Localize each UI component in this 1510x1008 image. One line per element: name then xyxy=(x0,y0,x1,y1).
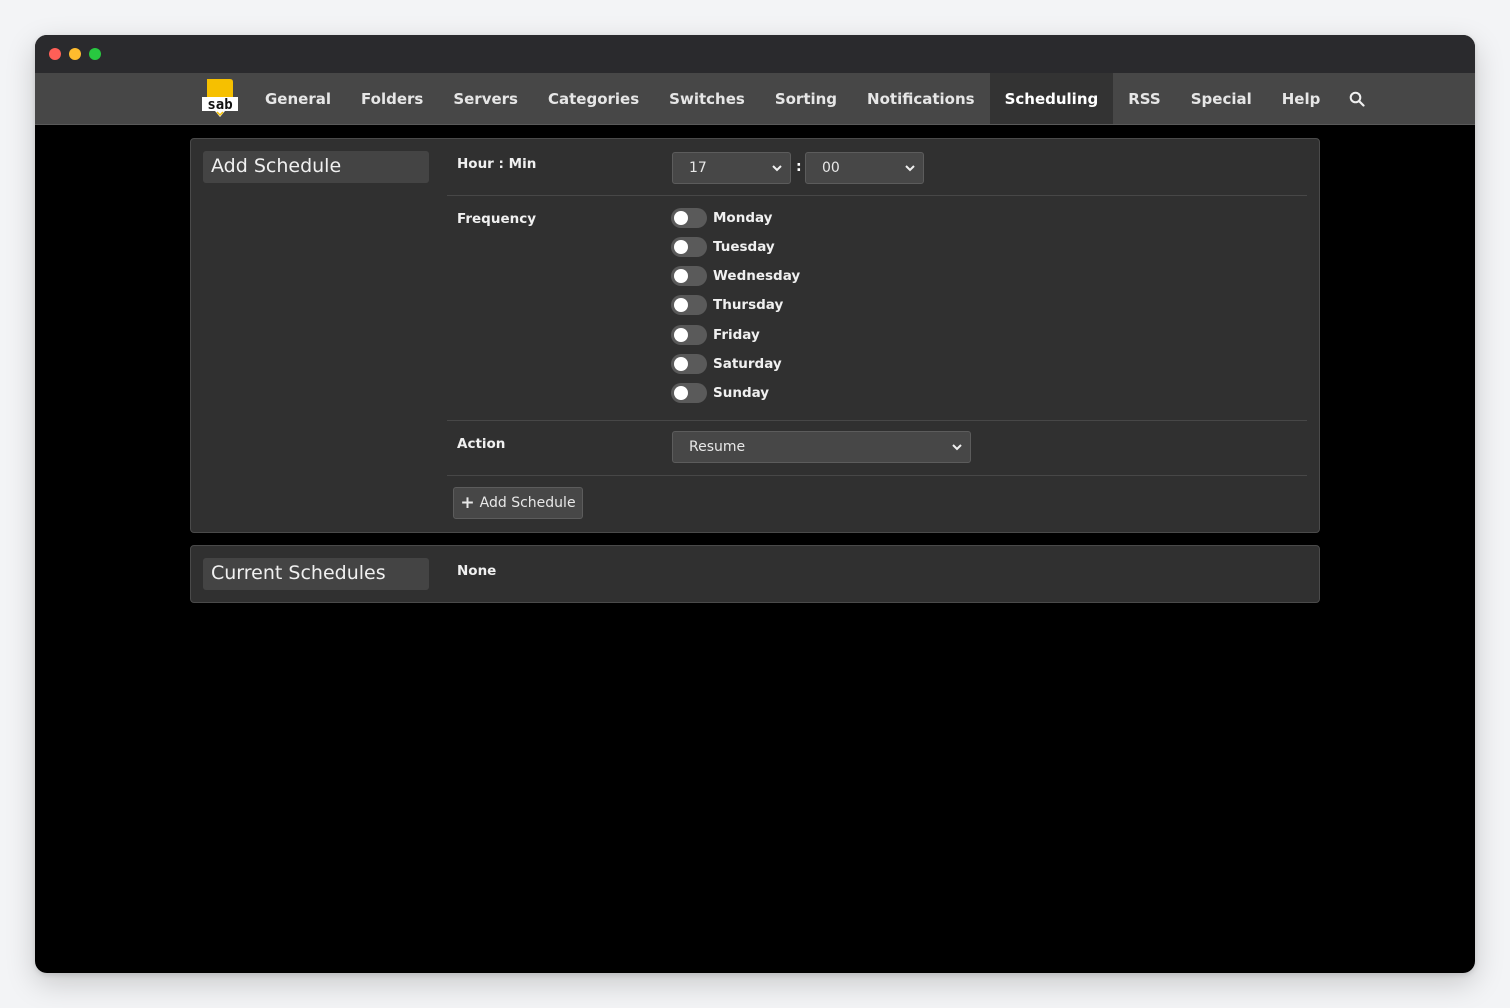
nav-item-switches[interactable]: Switches xyxy=(654,73,760,124)
day-label: Sunday xyxy=(713,385,770,401)
browser-window: sab General Folders Servers Categories Switc… xyxy=(35,35,1475,973)
sabnzbd-logo[interactable]: sab xyxy=(200,77,240,119)
nav-item-sorting[interactable]: Sorting xyxy=(760,73,852,124)
day-option-thursday: Thursday xyxy=(671,294,783,316)
nav-item-scheduling[interactable]: Scheduling xyxy=(989,73,1114,124)
nav-item-servers[interactable]: Servers xyxy=(438,73,533,124)
action-value: Resume xyxy=(689,439,746,455)
plus-icon: + xyxy=(460,492,475,513)
day-option-wednesday: Wednesday xyxy=(671,265,800,287)
day-toggle-monday[interactable] xyxy=(671,208,707,228)
minimize-window-button[interactable] xyxy=(69,48,81,60)
search-button[interactable] xyxy=(1335,73,1379,124)
nav-item-notifications[interactable]: Notifications xyxy=(852,73,990,124)
divider xyxy=(447,475,1307,476)
chevron-down-icon xyxy=(952,444,962,451)
day-toggle-saturday[interactable] xyxy=(671,354,707,374)
chevron-down-icon xyxy=(772,165,782,172)
nav-item-folders[interactable]: Folders xyxy=(346,73,438,124)
day-option-tuesday: Tuesday xyxy=(671,236,775,258)
svg-text:sab: sab xyxy=(207,97,232,113)
frequency-label: Frequency xyxy=(457,211,537,227)
title-bar xyxy=(35,35,1475,73)
day-toggle-thursday[interactable] xyxy=(671,295,707,315)
day-toggle-wednesday[interactable] xyxy=(671,266,707,286)
add-schedule-panel: Add Schedule Hour : Min 17 : 00 Frequenc… xyxy=(190,138,1320,533)
day-toggle-sunday[interactable] xyxy=(671,383,707,403)
add-schedule-button[interactable]: + Add Schedule xyxy=(453,487,583,519)
chevron-down-icon xyxy=(905,165,915,172)
action-label: Action xyxy=(457,436,506,452)
toggle-knob xyxy=(674,269,688,283)
divider xyxy=(447,420,1307,421)
close-window-button[interactable] xyxy=(49,48,61,60)
nav-item-rss[interactable]: RSS xyxy=(1113,73,1175,124)
current-schedules-panel: Current Schedules None xyxy=(190,545,1320,603)
toggle-knob xyxy=(674,357,688,371)
nav-item-general[interactable]: General xyxy=(250,73,346,124)
day-toggle-friday[interactable] xyxy=(671,325,707,345)
toggle-knob xyxy=(674,298,688,312)
day-label: Saturday xyxy=(713,356,782,372)
current-schedules-value: None xyxy=(457,563,497,579)
hour-value: 17 xyxy=(689,160,707,176)
day-label: Thursday xyxy=(713,297,784,313)
toggle-knob xyxy=(674,211,688,225)
add-schedule-heading: Add Schedule xyxy=(203,151,429,183)
day-label: Tuesday xyxy=(713,239,775,255)
action-select[interactable]: Resume xyxy=(672,431,971,463)
hour-select[interactable]: 17 xyxy=(672,152,791,184)
minute-value: 00 xyxy=(822,160,840,176)
day-option-sunday: Sunday xyxy=(671,382,769,404)
nav-item-special[interactable]: Special xyxy=(1176,73,1267,124)
divider xyxy=(447,195,1307,196)
search-icon xyxy=(1350,91,1365,107)
toggle-knob xyxy=(674,386,688,400)
day-toggle-tuesday[interactable] xyxy=(671,237,707,257)
nav-item-help[interactable]: Help xyxy=(1267,73,1336,124)
day-label: Monday xyxy=(713,210,773,226)
hour-min-label: Hour : Min xyxy=(457,156,537,172)
day-option-friday: Friday xyxy=(671,324,760,346)
time-separator: : xyxy=(796,159,802,175)
maximize-window-button[interactable] xyxy=(89,48,101,60)
nav-menu: General Folders Servers Categories Switches S… xyxy=(250,73,1379,124)
day-label: Wednesday xyxy=(713,268,801,284)
navbar: sab General Folders Servers Categories Switc… xyxy=(35,73,1475,125)
nav-item-categories[interactable]: Categories xyxy=(533,73,654,124)
current-schedules-heading: Current Schedules xyxy=(203,558,429,590)
add-schedule-button-label: Add Schedule xyxy=(479,495,576,511)
minute-select[interactable]: 00 xyxy=(805,152,924,184)
day-option-saturday: Saturday xyxy=(671,353,782,375)
toggle-knob xyxy=(674,240,688,254)
day-option-monday: Monday xyxy=(671,207,772,229)
toggle-knob xyxy=(674,328,688,342)
day-label: Friday xyxy=(713,327,760,343)
